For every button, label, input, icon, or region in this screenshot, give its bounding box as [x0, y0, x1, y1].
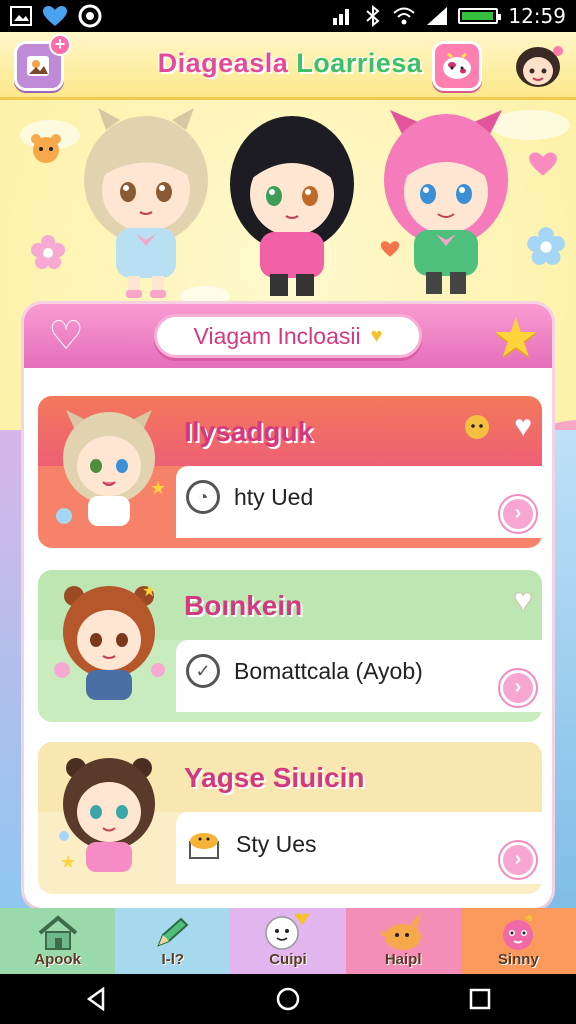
character-card[interactable]: ★ Ilysadguk ♥ ◔ hty Ued › [38, 396, 542, 548]
open-arrow-button[interactable]: › [500, 496, 536, 532]
nav-item-home[interactable]: Apook [0, 908, 116, 974]
nav-label: Cuipi [269, 951, 307, 968]
cow-face-icon [443, 52, 471, 79]
chat-face-icon [265, 913, 309, 950]
wifi-icon [393, 7, 416, 25]
app-title-part1: Diageasla [157, 48, 289, 78]
pink-creature-icon [503, 914, 534, 950]
card-detail: Sty Ues [186, 826, 317, 862]
recents-square-icon [469, 988, 491, 1010]
card-title: Ilysadguk [184, 416, 314, 447]
nav-label: Sinny [497, 951, 539, 968]
nav-label: Haipl [384, 951, 422, 968]
card-avatar: ★ [59, 758, 155, 873]
nav-label: Apook [34, 951, 81, 968]
favorite-heart-icon[interactable]: ♡ [42, 314, 90, 358]
signal-icon [333, 9, 350, 25]
app-title-part2: Loarriesa [296, 48, 423, 78]
system-navigation-bar [0, 974, 576, 1024]
heart-icon: ♥ [370, 324, 383, 347]
character-card[interactable]: ★ Boınkein ♥ ✓ Bomattcala (Ayob) › [38, 570, 542, 722]
pet-button[interactable] [432, 41, 482, 91]
nav-label: I-l? [161, 951, 185, 968]
bottom-navigation: Apook I-l? Cuipi Haipl Sinny [0, 908, 576, 974]
app-header: + Diageasla Loarriesa [0, 32, 576, 100]
heart-icon [43, 6, 67, 26]
star-icon[interactable]: ★ [492, 306, 540, 369]
sync-icon [78, 4, 102, 28]
clock-icon: ◔ [186, 480, 220, 514]
bear-sticker-icon [31, 134, 61, 163]
character-blonde [84, 108, 208, 298]
panel-title: Viagam Incloasii [193, 322, 361, 349]
battery-indicator [458, 8, 502, 24]
svg-text:★: ★ [142, 581, 156, 600]
card-detail: ✓ Bomattcala (Ayob) [186, 654, 423, 688]
app-title: Diageasla Loarriesa [140, 48, 440, 79]
card-avatar: ★ [56, 410, 166, 526]
home-circle-icon [276, 987, 300, 1011]
open-arrow-button[interactable]: › [500, 670, 536, 706]
bluetooth-icon [366, 5, 380, 27]
nav-item-edit[interactable]: I-l? [115, 908, 231, 974]
card-avatar: ★ [54, 581, 165, 700]
sun-sticker-icon [460, 410, 494, 452]
status-bar: 12:59 [0, 0, 576, 32]
heart-icon[interactable]: ♥ [514, 584, 532, 618]
character-pink-hair [384, 110, 508, 294]
nav-item-creature[interactable]: Sinny [460, 908, 576, 974]
open-arrow-button[interactable]: › [500, 842, 536, 878]
svg-text:★: ★ [60, 852, 76, 873]
house-icon [38, 915, 77, 950]
svg-text:★: ★ [150, 478, 166, 499]
character-black-hair [230, 116, 354, 296]
card-title: Yagse Siuicin [184, 762, 365, 793]
profile-avatar[interactable] [508, 37, 568, 97]
photo-add-icon [27, 56, 49, 76]
panel-header: ♡ Viagam Incloasii ♥ ★ [24, 304, 552, 368]
check-circle-icon: ✓ [186, 654, 220, 688]
back-button[interactable] [66, 979, 126, 1019]
panel-title-pill[interactable]: Viagam Incloasii ♥ [154, 314, 422, 358]
card-detail-text: Sty Ues [236, 830, 317, 857]
list-panel: ♡ Viagam Incloasii ♥ ★ ★ Ilysadguk ♥ ◔ h… [24, 304, 552, 908]
character-scene: ♡ Viagam Incloasii ♥ ★ ★ Ilysadguk ♥ ◔ h… [0, 100, 576, 910]
heart-icon[interactable]: ♥ [514, 410, 532, 444]
nav-item-chat[interactable]: Cuipi [230, 908, 346, 974]
recents-button[interactable] [450, 979, 510, 1019]
nav-item-pet[interactable]: Haipl [345, 908, 461, 974]
add-photo-button[interactable]: + [14, 34, 71, 91]
profile-avatar-image [516, 46, 563, 87]
character-card[interactable]: ★ Yagse Siuicin Sty Ues › [38, 742, 542, 894]
card-detail-text: Bomattcala (Ayob) [234, 657, 423, 684]
pencil-icon [156, 917, 189, 947]
gallery-icon [10, 6, 32, 26]
clock: 12:59 [508, 4, 566, 28]
battery-fill [462, 12, 493, 20]
card-detail: ◔ hty Ued [186, 480, 313, 514]
card-title: Boınkein [184, 590, 303, 621]
back-triangle-icon [86, 987, 105, 1011]
cake-icon [189, 833, 219, 859]
flower-icon [527, 227, 565, 265]
cell-signal-icon [427, 7, 448, 25]
flower-icon [31, 235, 65, 269]
card-detail-text: hty Ued [234, 483, 314, 510]
home-button[interactable] [258, 979, 318, 1019]
plus-badge: + [49, 34, 71, 56]
pet-icon [380, 913, 422, 950]
heart-icon [529, 152, 557, 176]
